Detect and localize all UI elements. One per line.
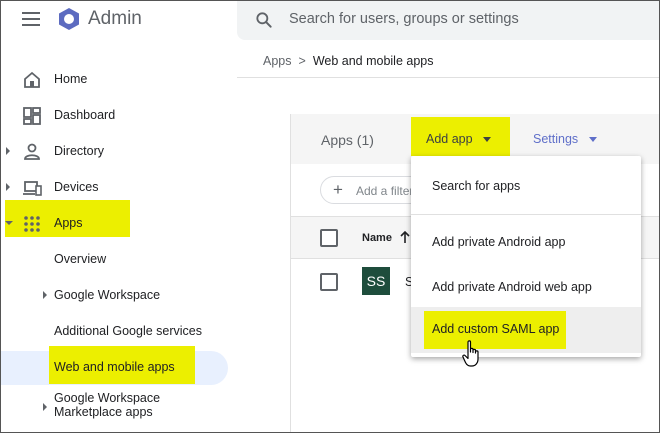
sidebar-item-label: Directory	[54, 144, 105, 158]
breadcrumb: Apps > Web and mobile apps	[263, 54, 434, 68]
header-divider	[237, 77, 660, 78]
breadcrumb-current: Web and mobile apps	[312, 54, 434, 68]
search-bar[interactable]: Search for users, groups or settings	[237, 0, 660, 40]
column-header-name[interactable]: Name	[362, 232, 392, 244]
sidebar-item-home[interactable]: Home	[0, 61, 235, 97]
dashboard-icon	[23, 107, 41, 125]
menu-item-search-for-apps[interactable]: Search for apps	[411, 156, 641, 214]
sidebar-item-label: Dashboard	[54, 108, 116, 122]
breadcrumb-apps-link[interactable]: Apps	[263, 54, 292, 68]
settings-button[interactable]: Settings	[533, 132, 578, 146]
menu-icon[interactable]	[22, 12, 40, 26]
menu-item-label: Add private Android app	[432, 235, 566, 249]
menu-item-label: Add private Android web app	[432, 280, 592, 294]
sidebar-item-label: Google Workspace	[54, 288, 161, 302]
sidebar-item-label: Home	[54, 72, 88, 86]
sidebar-item-label: Web and mobile apps	[54, 360, 175, 374]
apps-count-title: Apps (1)	[321, 132, 374, 148]
sidebar-item-marketplace-apps[interactable]: Google Workspace Marketplace apps	[0, 385, 235, 429]
settings-caret-icon[interactable]	[589, 137, 597, 142]
sidebar-item-apps[interactable]: Apps	[0, 205, 235, 241]
sidebar-item-web-and-mobile-apps[interactable]: Web and mobile apps	[0, 349, 235, 385]
menu-item-add-private-android-web-app[interactable]: Add private Android web app	[411, 265, 641, 307]
plus-icon: +	[333, 180, 343, 199]
admin-logo-icon	[59, 8, 79, 30]
sort-up-arrow-icon[interactable]	[399, 230, 411, 244]
expand-arrow-icon[interactable]	[43, 403, 47, 411]
expand-arrow-icon[interactable]	[6, 183, 10, 191]
sidebar-item-dashboard[interactable]: Dashboard	[0, 97, 235, 133]
dropdown-caret-icon	[483, 137, 491, 142]
select-all-checkbox[interactable]	[320, 229, 338, 247]
sidebar-item-additional-services[interactable]: Additional Google services	[0, 313, 235, 349]
search-input[interactable]: Search for users, groups or settings	[289, 11, 519, 27]
apps-grid-icon	[24, 216, 40, 232]
sidebar-item-google-workspace[interactable]: Google Workspace	[0, 277, 235, 313]
sidebar-item-label-line2: Marketplace apps	[54, 405, 153, 419]
row-checkbox[interactable]	[320, 273, 338, 291]
collapse-arrow-icon[interactable]	[5, 221, 13, 225]
panel-left-border	[290, 114, 291, 433]
sidebar-item-label: Additional Google services	[54, 324, 202, 338]
menu-item-label: Add custom SAML app	[432, 322, 560, 336]
menu-item-add-private-android-app[interactable]: Add private Android app	[411, 221, 641, 265]
breadcrumb-separator: >	[298, 54, 306, 68]
sidebar-item-label: Google Workspace	[54, 391, 161, 405]
hand-cursor-icon	[462, 340, 479, 367]
sidebar-item-label: Overview	[54, 252, 107, 266]
sidebar-item-overview[interactable]: Overview	[0, 241, 235, 277]
menu-item-add-custom-saml-app[interactable]: Add custom SAML app	[411, 307, 641, 353]
search-icon	[256, 12, 272, 28]
sidebar-item-label: Apps	[54, 216, 83, 230]
app-title: Admin	[88, 8, 142, 29]
home-icon	[24, 71, 40, 88]
add-app-label: Add app	[426, 132, 473, 146]
add-app-button[interactable]: Add app	[411, 117, 510, 156]
add-filter-label: Add a filter	[356, 184, 414, 198]
devices-icon	[23, 181, 42, 196]
person-icon	[24, 143, 40, 160]
expand-arrow-icon[interactable]	[43, 291, 47, 299]
add-app-menu: Search for apps Add private Android app …	[411, 156, 641, 357]
sidebar-item-directory[interactable]: Directory	[0, 133, 235, 169]
expand-arrow-icon[interactable]	[6, 147, 10, 155]
app-avatar: SS	[362, 267, 390, 295]
menu-item-label: Search for apps	[432, 179, 521, 193]
menu-divider	[411, 214, 641, 215]
sidebar-item-label: Devices	[54, 180, 99, 194]
